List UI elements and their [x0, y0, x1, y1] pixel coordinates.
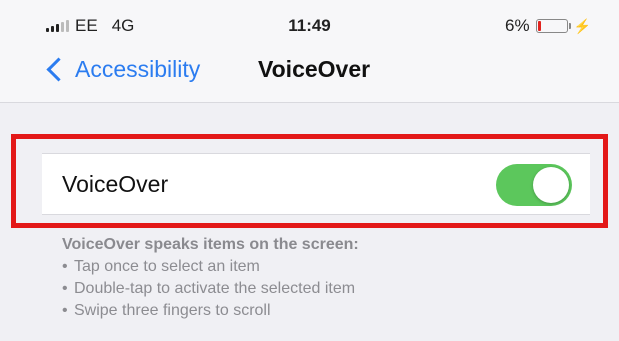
battery-percent: 6% — [504, 16, 530, 35]
battery-fill — [537, 21, 541, 31]
battery-icon — [535, 19, 571, 33]
charging-bolt-icon: ⚡ — [573, 17, 591, 34]
chevron-left-icon — [46, 57, 71, 82]
page-title: VoiceOver — [258, 56, 371, 82]
battery-status: 6% ⚡ — [505, 16, 591, 36]
voiceover-description: VoiceOver speaks items on the screen: Ta… — [62, 234, 582, 322]
back-button[interactable]: Accessibility — [46, 56, 201, 83]
list-item: Double-tap to activate the selected item — [62, 278, 582, 300]
top-bar: EE 4G 11:49 6% ⚡ Accessibility VoiceOver — [0, 0, 619, 103]
navigation-bar: Accessibility VoiceOver — [0, 50, 619, 94]
screen: EE 4G 11:49 6% ⚡ Accessibility VoiceOver… — [0, 0, 619, 341]
description-heading: VoiceOver speaks items on the screen: — [62, 236, 359, 253]
highlight-frame — [11, 134, 608, 228]
list-item: Tap once to select an item — [62, 256, 582, 278]
back-button-label: Accessibility — [75, 56, 201, 82]
list-item: Swipe three fingers to scroll — [62, 300, 582, 322]
description-list: Tap once to select an item Double-tap to… — [62, 256, 582, 322]
status-bar: EE 4G 11:49 6% ⚡ — [0, 10, 619, 40]
